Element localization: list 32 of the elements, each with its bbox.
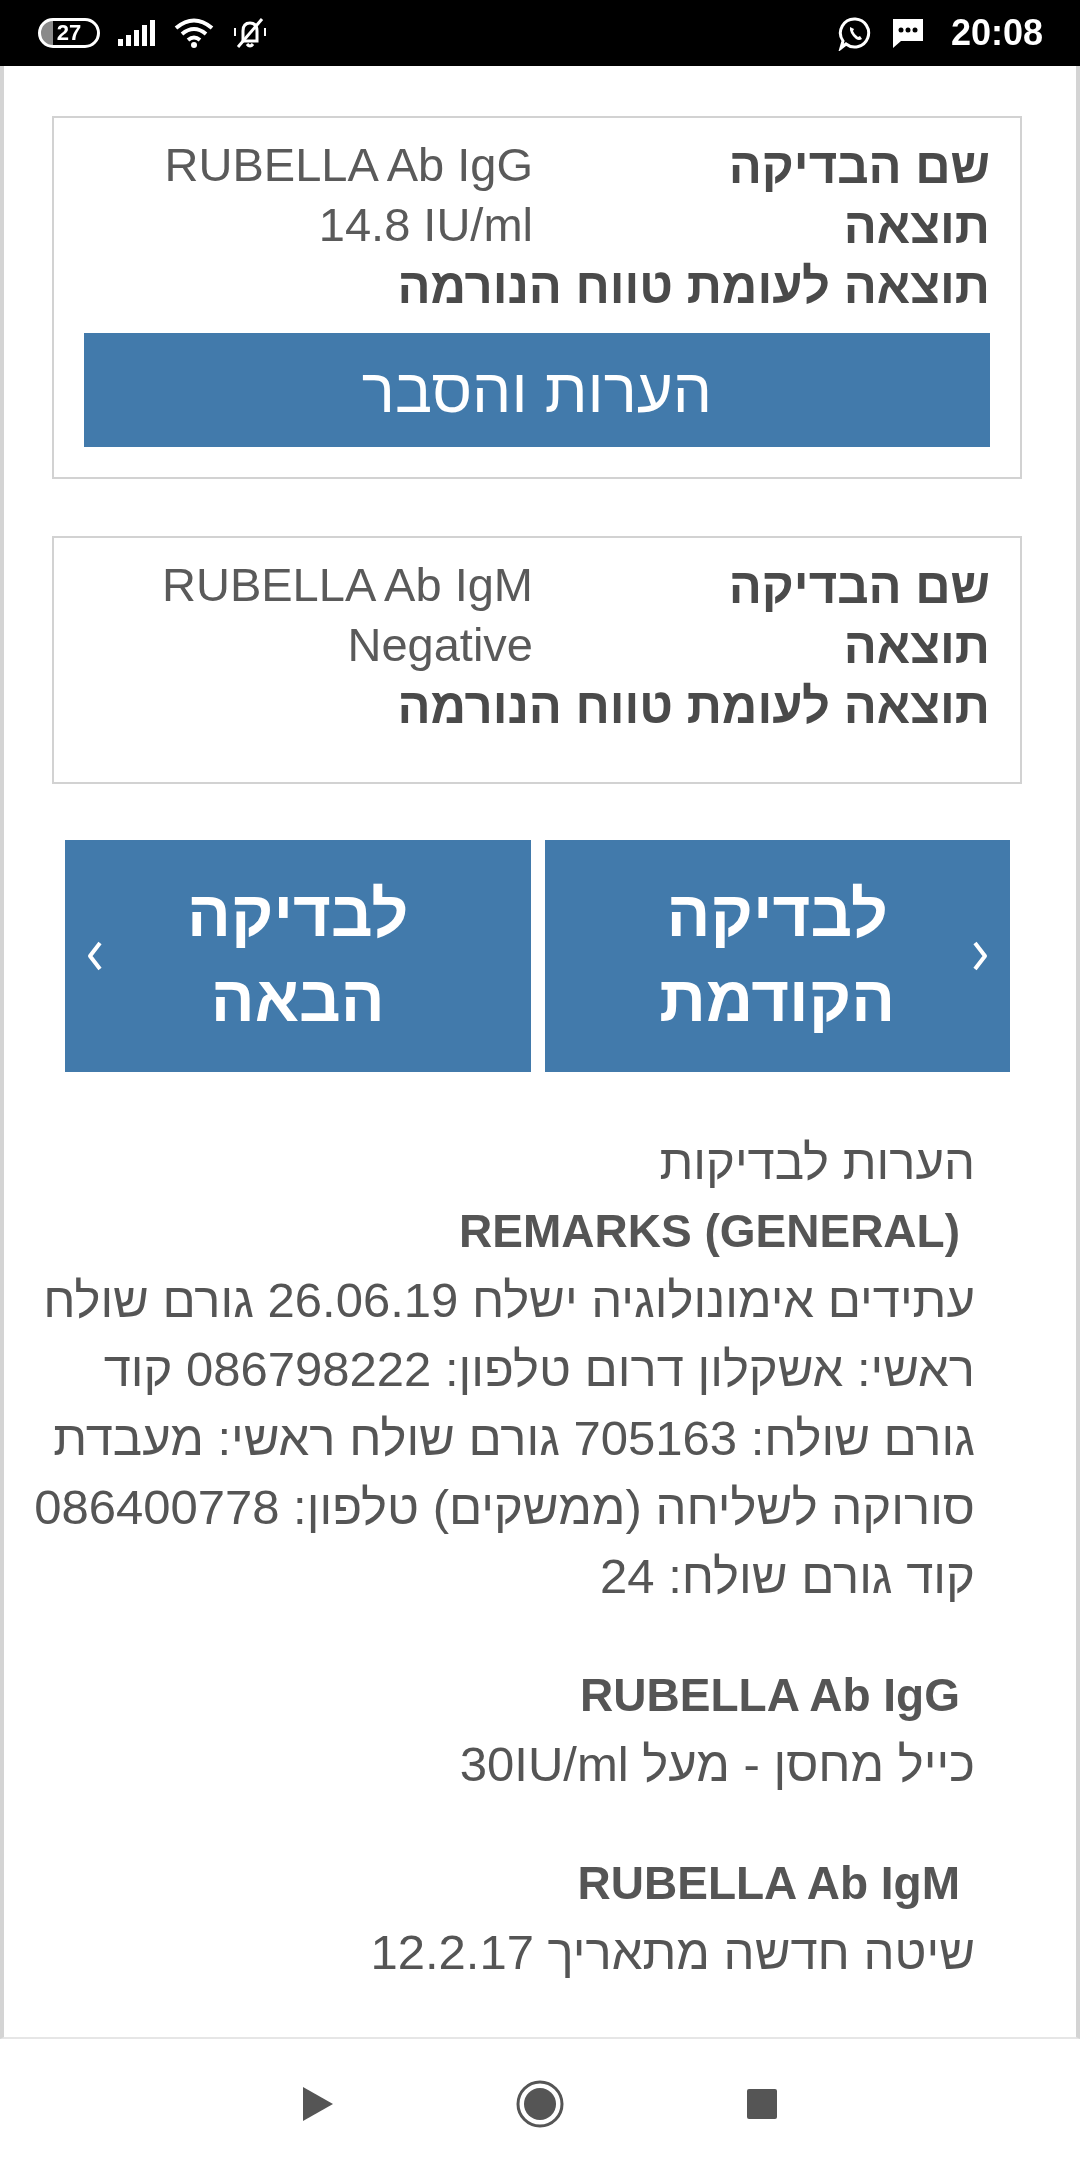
field-label: שם הבדיקה	[728, 558, 990, 615]
notes-button[interactable]: הערות והסבר	[84, 333, 990, 447]
triangle-icon[interactable]	[302, 2086, 334, 2122]
field-value: Negative	[347, 617, 533, 673]
field-value: RUBELLA Ab IgG	[164, 137, 533, 193]
next-test-button[interactable]: לבדיקה הבאה	[65, 840, 531, 1072]
remarks-heading: RUBELLA Ab IgG	[580, 1668, 960, 1723]
previous-test-button[interactable]: לבדיקה הקודמת	[544, 840, 1010, 1072]
bell-off-icon	[232, 17, 268, 49]
remarks-text: שיטה חדשה מתאריך 12.2.17	[370, 1924, 975, 1981]
battery-indicator: 27	[38, 18, 100, 48]
message-icon	[890, 17, 925, 49]
remarks-title: הערות לבדיקות	[659, 1134, 975, 1191]
field-label: שם הבדיקה	[728, 138, 990, 195]
chevron-right-icon	[972, 941, 988, 971]
signal-icon	[118, 20, 156, 46]
circle-icon[interactable]	[516, 2080, 564, 2128]
field-label: תוצאה	[843, 198, 990, 255]
field-label: תוצאה	[843, 618, 990, 675]
field-value: 14.8 IU/ml	[318, 197, 533, 253]
field-value: RUBELLA Ab IgM	[162, 557, 533, 613]
field-label: תוצאה לעומת טווח הנורמה	[397, 678, 990, 735]
remarks-heading: REMARKS (GENERAL)	[459, 1204, 960, 1259]
remarks-text: כייל מחסן - מעל 30IU/ml	[459, 1736, 975, 1793]
remarks-heading: RUBELLA Ab IgM	[577, 1856, 960, 1911]
phone-bubble-icon	[837, 15, 873, 51]
chevron-left-icon	[87, 941, 103, 971]
remarks-text: עתידים אימונולוגיה ישלח 26.06.19 גורם שולח ראשי: אשקלון דרום טלפון: 086798222 קוד גורם שולח: 705163 גורם שולח ראשי: מעבדת סורוקה לשליחה (ממשקים) טלפון: 086400778 קוד גורם שולח: 24	[33, 1272, 975, 1605]
field-label: תוצאה לעומת טווח הנורמה	[397, 258, 990, 315]
wifi-icon	[174, 18, 214, 48]
square-icon[interactable]	[746, 2088, 778, 2120]
status-time: 20:08	[950, 12, 1043, 54]
